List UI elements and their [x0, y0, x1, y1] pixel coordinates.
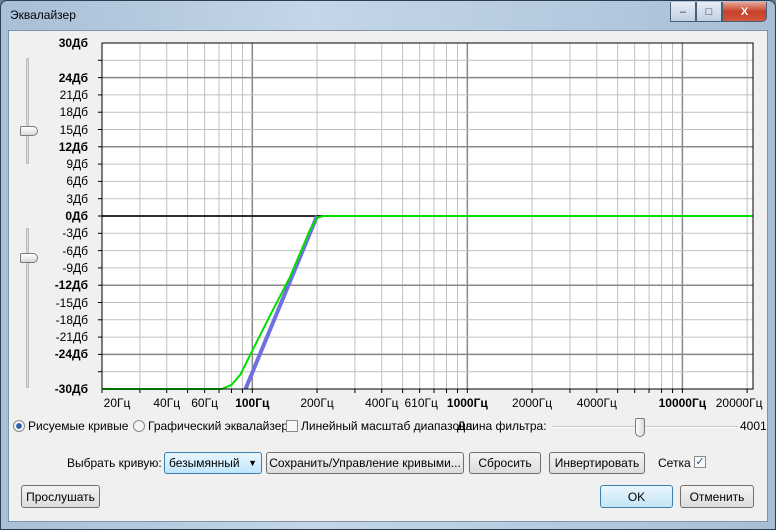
filter-length-value: 4001	[740, 419, 767, 433]
x-tick-label: 1000Гц	[446, 396, 488, 410]
x-tick-label: 60Гц	[191, 396, 218, 410]
x-tick-label: 40Гц	[153, 396, 181, 410]
radio-graphic-eq-label[interactable]: Графический эквалайзер	[148, 419, 288, 433]
x-tick-label: 20000Гц	[715, 396, 763, 410]
x-tick-label: 2000Гц	[512, 396, 553, 410]
filter-length-label: Длина фильтра:	[457, 419, 547, 433]
curve-select-value: безымянный	[169, 456, 240, 470]
cancel-button[interactable]: Отменить	[680, 485, 754, 508]
x-tick-label: 4000Гц	[576, 396, 617, 410]
eq-curve-plot[interactable]	[0, 0, 776, 530]
grid-label: Сетка	[658, 456, 691, 470]
invert-button[interactable]: Инвертировать	[549, 452, 645, 474]
filter-length-thumb[interactable]	[634, 418, 645, 437]
radio-drawn-curves[interactable]	[13, 420, 25, 432]
x-tick-label: 610Гц	[404, 396, 438, 410]
x-tick-label: 100Гц	[235, 396, 270, 410]
grid-checkbox[interactable]: ✓	[694, 456, 706, 468]
x-tick-label: 20Гц	[103, 396, 131, 410]
radio-drawn-curves-label[interactable]: Рисуемые кривые	[28, 419, 128, 433]
radio-graphic-eq[interactable]	[133, 420, 145, 432]
x-tick-label: 200Гц	[300, 396, 334, 410]
save-manage-curves-button[interactable]: Сохранить/Управление кривыми...	[266, 452, 464, 474]
preview-button[interactable]: Прослушать	[21, 485, 100, 508]
select-curve-label: Выбрать кривую:	[67, 456, 162, 470]
reset-button[interactable]: Сбросить	[469, 452, 541, 474]
linear-scale-checkbox[interactable]	[286, 420, 298, 432]
linear-scale-label: Линейный масштаб диапазона	[301, 419, 473, 433]
chevron-down-icon: ▼	[248, 458, 257, 468]
x-tick-label: 10000Гц	[658, 396, 707, 410]
x-tick-label: 400Гц	[365, 396, 399, 410]
ok-button[interactable]: OK	[600, 485, 673, 508]
filter-length-slider[interactable]	[552, 426, 738, 428]
curve-select[interactable]: безымянный ▼	[164, 452, 262, 474]
